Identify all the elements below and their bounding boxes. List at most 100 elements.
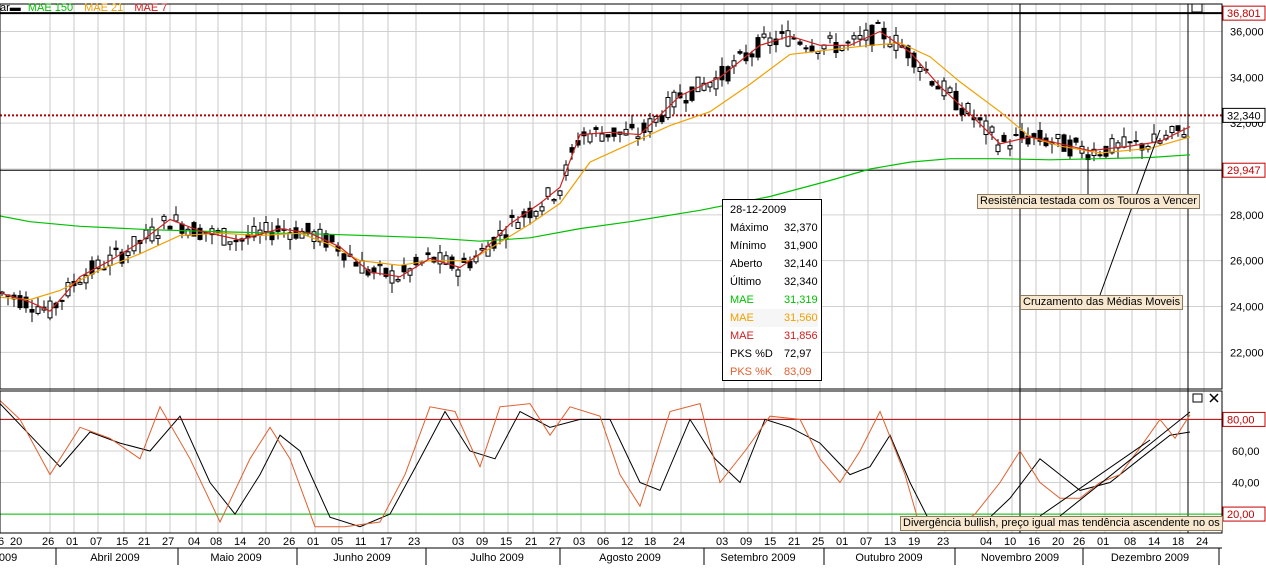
x-day-label: 01	[66, 536, 78, 548]
maximize-icon	[1192, 393, 1203, 403]
candle-body	[1169, 125, 1175, 134]
tooltip-row: Mínimo 31,900	[730, 237, 818, 255]
osc-tick-label: 60,00	[1232, 446, 1260, 458]
candle-body	[995, 144, 1001, 153]
candle-body	[887, 43, 893, 48]
candle-body	[605, 134, 611, 138]
annotation-divergence[interactable]: Divergência bullish, preço igual mas ten…	[900, 516, 1223, 531]
candle-body	[1121, 136, 1127, 148]
x-day-label: 03	[452, 536, 464, 548]
candle-body	[695, 76, 701, 93]
candle-body	[1073, 137, 1079, 143]
x-day-label: 09	[740, 536, 752, 548]
x-day-label: 23	[408, 536, 420, 548]
candle-body	[1109, 138, 1115, 154]
x-day-label: 04	[980, 536, 992, 548]
tooltip-row-label: Máximo	[730, 222, 769, 234]
osc-panel-frame	[0, 390, 1223, 534]
candle-body	[155, 235, 161, 239]
price-tick-label: 22,000	[1230, 347, 1264, 359]
candle-body	[635, 136, 641, 140]
x-month-label: Julho 2009	[470, 552, 524, 564]
tooltip-row-value: 83,09	[784, 366, 812, 378]
candle-body	[131, 236, 137, 252]
candle-body	[1007, 145, 1013, 150]
x-month-label: Junho 2009	[333, 552, 391, 564]
candle-body	[917, 66, 923, 72]
candle-body	[233, 239, 239, 243]
candle-body	[719, 65, 725, 81]
candle-body	[989, 126, 995, 133]
x-day-label: 18	[644, 536, 656, 548]
x-day-label: 03	[573, 536, 585, 548]
tooltip-row-value: 32,140	[784, 258, 818, 270]
data-tooltip: 28-12-2009 Máximo 32,370 Mínimo 31,900 Abert…	[722, 199, 822, 381]
last-price-label: 32,340	[1227, 110, 1261, 122]
low-price-label: 29,947	[1227, 165, 1261, 177]
price-tick-label: 34,000	[1230, 72, 1264, 84]
annotation-leaders	[1039, 129, 1191, 517]
candle-body	[749, 53, 755, 58]
x-day-label: 26	[42, 536, 54, 548]
x-month-label: Abril 2009	[90, 552, 140, 564]
x-day-label: 27	[549, 536, 561, 548]
candle-body	[59, 299, 65, 302]
x-day-label: 24	[1196, 536, 1208, 548]
annotation-resistance[interactable]: Resistência testada com os Touros a Venc…	[977, 194, 1200, 209]
candle-body	[1055, 133, 1061, 140]
candle-body	[779, 31, 785, 34]
osc-tick-label: 40,00	[1232, 478, 1260, 490]
x-month-label: Novembro 2009	[981, 552, 1059, 564]
x-day-label: 24	[673, 536, 685, 548]
maximize-icon	[1191, 3, 1203, 13]
annotation-crossover[interactable]: Cruzamento das Médias Moveis	[1020, 295, 1184, 310]
x-day-label: 03	[716, 536, 728, 548]
x-day-label: 08	[210, 536, 222, 548]
candle-body	[587, 133, 593, 143]
candle-body	[113, 247, 119, 251]
x-day-label: 05	[331, 536, 343, 548]
tooltip-row-value: 72,97	[784, 348, 812, 360]
price-tick-label: 24,000	[1230, 302, 1264, 314]
candle-body	[395, 278, 401, 282]
legend-mae150: MAE 150	[27, 2, 74, 14]
close-icon	[1209, 393, 1219, 403]
candle-body	[1019, 130, 1025, 140]
tooltip-row-value: 31,560	[784, 312, 818, 324]
candle-body	[29, 309, 35, 313]
candle-body	[1097, 154, 1103, 157]
crossover-leader	[1099, 129, 1161, 296]
tooltip-row: MAE 31,856	[730, 327, 818, 345]
candle-body	[629, 123, 635, 129]
price-tick-label: 28,000	[1230, 210, 1264, 222]
candle-body	[947, 87, 953, 93]
high-price-label: 36,801	[1227, 8, 1261, 20]
candle-body	[449, 256, 455, 269]
osc-upper-label: 80,00	[1227, 414, 1255, 426]
candle-body	[305, 222, 311, 234]
legend-prefix: ar	[0, 2, 10, 14]
price-levels	[0, 4, 1222, 533]
candle-body	[929, 81, 935, 86]
x-day-label: 15	[116, 536, 128, 548]
candle-body	[1001, 134, 1007, 142]
candle-body	[509, 214, 515, 218]
x-day-label: 07	[860, 536, 872, 548]
candle-body	[785, 30, 791, 47]
candle-body	[1151, 133, 1157, 143]
candle-body	[341, 253, 347, 261]
tooltip-date: 28-12-2009	[730, 204, 787, 216]
x-day-label: 07	[90, 536, 102, 548]
candle-body	[1013, 134, 1019, 137]
tooltip-row-value: 31,900	[784, 240, 818, 252]
x-month-label: Maio 2009	[210, 552, 261, 564]
candle-body	[827, 35, 833, 39]
legend: ar▬ MAE 150 MAE 21 MAE 7	[0, 2, 168, 14]
candle-body	[179, 223, 185, 234]
candle-body	[389, 270, 395, 284]
x-day-label: 27	[162, 536, 174, 548]
tooltip-row: Último 32,340	[730, 273, 818, 291]
x-day-label: 10	[1004, 536, 1016, 548]
candle-body	[1103, 145, 1109, 157]
candle-body	[35, 306, 41, 314]
